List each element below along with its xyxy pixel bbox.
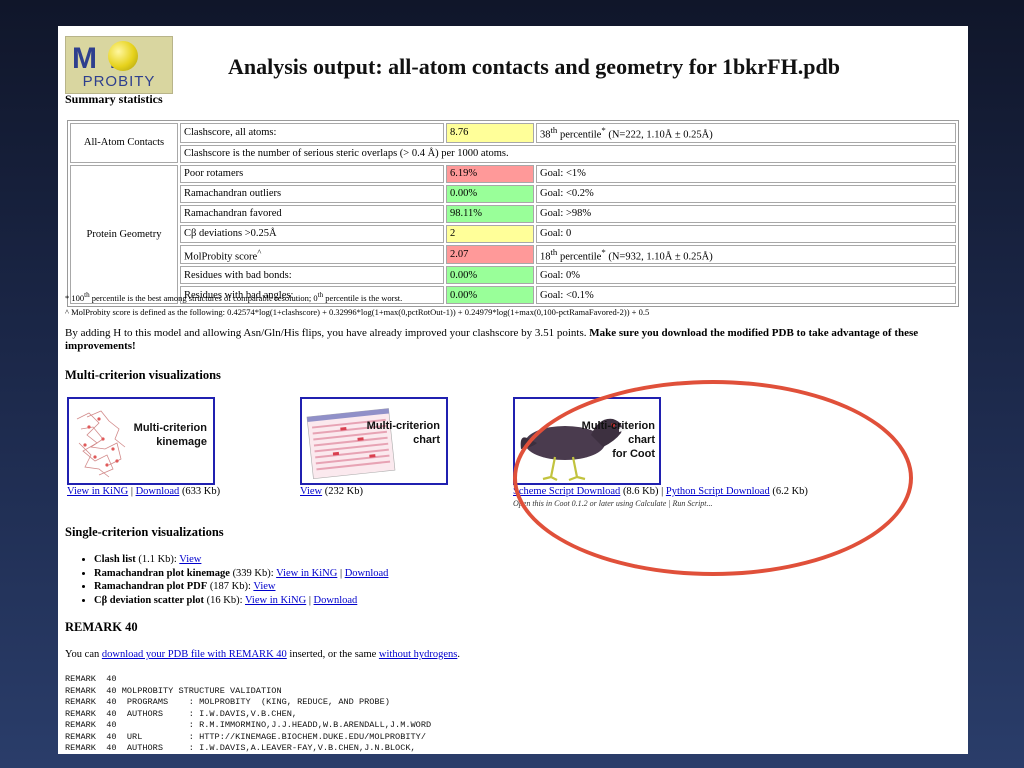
scheme-script-download-link[interactable]: Scheme Script Download (513, 486, 620, 497)
remark-line: REMARK 40 MOLPROBITY STRUCTURE VALIDATIO… (65, 685, 282, 696)
table-row: Clashscore is the number of serious ster… (70, 144, 956, 163)
kinemage-thumbnail[interactable]: Multi-criterion kinemage (67, 397, 215, 485)
metric-goal: 38th percentile* (N=222, 1.10Å ± 0.25Å) (536, 123, 956, 143)
metric-value: 6.19% (446, 164, 534, 183)
remark-line: REMARK 40 PROGRAMS : MOLPROBITY (KING, R… (65, 697, 390, 707)
kinemage-download-link[interactable]: Download (136, 486, 180, 497)
page-title: Analysis output: all-atom contacts and g… (228, 54, 840, 79)
logo-word: PROBITY (82, 73, 156, 90)
remark-line: REMARK 40 AUTHORS : I.W.DAVIS,A.LEAVER-F… (65, 743, 416, 753)
rama-pdf-view-link[interactable]: View (253, 581, 275, 592)
without-hydrogens-link[interactable]: without hydrogens (379, 649, 457, 660)
chart-caption: View (232 Kb) (300, 486, 363, 497)
clash-note: Clashscore is the number of serious ster… (180, 144, 956, 163)
footnote-score: ^ MolProbity score is defined as the fol… (65, 306, 650, 317)
remark-line: REMARK 40 : R.M.IMMORMINO,J.J.HEADD,W.B.… (65, 720, 432, 730)
remark-line: REMARK 40 AUTHORS : I.W.DAVIS,V.B.CHEN, (65, 708, 298, 719)
table-row: MolProbity score^ 2.07 18th percentile* … (70, 244, 956, 264)
single-criterion-heading: Single-criterion visualizations (65, 525, 224, 539)
table-row: Residues with bad bonds: 0.00% Goal: 0% (70, 266, 956, 284)
summary-heading: Summary statistics (65, 92, 163, 106)
table-row: Ramachandran favored 98.11% Goal: >98% (70, 204, 956, 223)
remark-download-text: You can download your PDB file with REMA… (65, 649, 460, 660)
cb-scatter-download-link[interactable]: Download (314, 595, 358, 606)
metric-label: Clashscore, all atoms: (180, 123, 444, 143)
metric-label: Residues with bad bonds: (180, 266, 444, 284)
metric-label: Poor rotamers (180, 164, 444, 183)
remark-line: REMARK 40 (65, 674, 117, 684)
molprobity-logo: M L PROBITY (65, 36, 173, 94)
python-script-download-link[interactable]: Python Script Download (666, 486, 770, 497)
kinemage-caption: View in KiNG | Download (633 Kb) (67, 486, 221, 497)
clash-list-view-link[interactable]: View (179, 554, 201, 565)
web-page: M L PROBITY Analysis output: all-atom co… (58, 26, 968, 754)
remark-line: REMARK 40 URL : HTTP://KINEMAGE.BIOCHEM.… (65, 731, 426, 742)
metric-label: Ramachandran favored (180, 204, 444, 223)
table-row: All-Atom Contacts Clashscore, all atoms:… (70, 123, 956, 163)
list-item: Ramachandran plot PDF (187 Kb): View (94, 580, 388, 594)
coot-thumb-label: Multi-criterion chart for Coot (581, 420, 655, 460)
coot-thumbnail[interactable]: Multi-criterion chart for Coot (513, 397, 661, 485)
rama-kinemage-download-link[interactable]: Download (345, 568, 389, 579)
metric-goal: Goal: <0.2% (536, 184, 956, 203)
remark-block: REMARK 40 REMARK 40 MOLPROBITY STRUCTURE… (65, 674, 431, 754)
table-row: Protein Geometry Poor rotamers 6.19% Goa… (70, 164, 956, 304)
geometry-group-label: Protein Geometry (70, 164, 178, 304)
metric-value: 0.00% (446, 266, 534, 284)
footnotes: * 100th percentile is the best among str… (65, 288, 649, 319)
table-row: Ramachandran outliers 0.00% Goal: <0.2% (70, 184, 956, 203)
table-row: Cβ deviations >0.25Å 2 Goal: 0 (70, 224, 956, 243)
kinemage-view-link[interactable]: View in KiNG (67, 486, 128, 497)
cb-scatter-view-link[interactable]: View in KiNG (245, 595, 306, 606)
list-item: Cβ deviation scatter plot (16 Kb): View … (94, 594, 388, 608)
metric-label: MolProbity score^ (180, 244, 444, 264)
download-pdb-remark-link[interactable]: download your PDB file with REMARK 40 (102, 649, 287, 660)
metric-label: Cβ deviations >0.25Å (180, 224, 444, 243)
multi-criterion-heading: Multi-criterion visualizations (65, 368, 221, 382)
metric-goal: Goal: 0% (536, 266, 956, 284)
metric-value: 98.11% (446, 204, 534, 223)
metric-goal: Goal: 0 (536, 224, 956, 243)
metric-goal: Goal: <1% (536, 164, 956, 183)
single-criterion-list: Clash list (1.1 Kb): View Ramachandran p… (80, 553, 388, 607)
list-item: Clash list (1.1 Kb): View (94, 553, 388, 567)
metric-label: Ramachandran outliers (180, 184, 444, 203)
metric-value: 0.00% (446, 184, 534, 203)
metric-goal: 18th percentile* (N=932, 1.10Å ± 0.25Å) (536, 244, 956, 264)
improvement-paragraph: By adding H to this model and allowing A… (65, 327, 919, 352)
metric-goal: Goal: >98% (536, 204, 956, 223)
chart-thumb-label: Multi-criterion chart (366, 420, 440, 446)
contacts-group-label: All-Atom Contacts (70, 123, 178, 163)
remark-heading: REMARK 40 (65, 620, 138, 634)
logo-ball-icon (108, 41, 138, 71)
metric-value: 2 (446, 224, 534, 243)
chart-thumbnail[interactable]: Multi-criterion chart (300, 397, 448, 485)
metric-value: 8.76 (446, 123, 534, 143)
metric-value: 2.07 (446, 244, 534, 264)
chart-view-link[interactable]: View (300, 486, 322, 497)
coot-instructions: Open this in Coot 0.1.2 or later using C… (513, 499, 713, 508)
summary-table: All-Atom Contacts Clashscore, all atoms:… (67, 120, 959, 307)
kinemage-thumb-label: Multi-criterion kinemage (133, 422, 207, 448)
coot-caption: Scheme Script Download (8.6 Kb) | Python… (513, 486, 808, 497)
rama-kinemage-view-link[interactable]: View in KiNG (276, 568, 337, 579)
list-item: Ramachandran plot kinemage (339 Kb): Vie… (94, 567, 388, 581)
footnote-percentile: * 100th percentile is the best among str… (65, 291, 403, 303)
